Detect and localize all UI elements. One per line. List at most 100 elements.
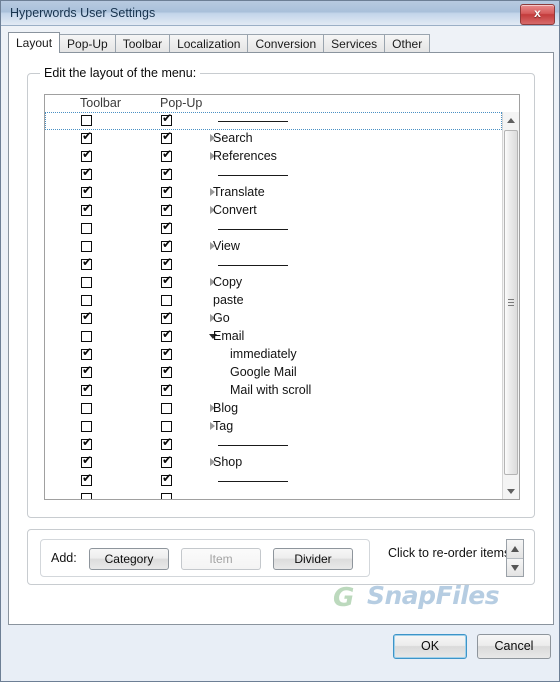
popup-checkbox[interactable] (161, 295, 172, 306)
table-row[interactable]: ✔ View (45, 238, 502, 256)
check-icon: ✔ (82, 309, 93, 323)
toolbar-checkbox[interactable] (81, 421, 92, 432)
table-row[interactable]: ✔ ✔ References (45, 148, 502, 166)
check-icon: ✔ (82, 345, 93, 359)
table-row[interactable]: ✔ ✔ Convert (45, 202, 502, 220)
row-label: References (213, 149, 277, 163)
table-row[interactable]: ✔ ✔ Shop (45, 454, 502, 472)
table-row[interactable]: Tag (45, 418, 502, 436)
add-divider-button[interactable]: Divider (273, 548, 353, 570)
table-row[interactable]: ✔ ✔ (45, 256, 502, 274)
popup-checkbox[interactable]: ✔ (161, 346, 172, 360)
popup-checkbox[interactable]: ✔ (161, 112, 172, 126)
row-label: paste (213, 293, 244, 307)
toolbar-checkbox[interactable]: ✔ (81, 309, 93, 324)
toolbar-checkbox[interactable] (81, 241, 92, 252)
toolbar-checkbox[interactable]: ✔ (81, 184, 92, 198)
table-row[interactable]: ✔ Email (45, 328, 502, 346)
popup-checkbox[interactable]: ✔ (161, 454, 172, 468)
table-row[interactable]: ✔ ✔ Search (45, 130, 502, 148)
toolbar-checkbox[interactable] (81, 277, 92, 288)
table-row[interactable]: ✔ Copy (45, 274, 502, 292)
list-rows: ✔ ✔ ✔ Search ✔ ✔ References ✔ ✔ ✔ ✔ Translate ✔ ✔ Conv… (45, 112, 502, 499)
toolbar-checkbox[interactable] (81, 115, 92, 126)
toolbar-checkbox[interactable] (81, 331, 92, 342)
tab-strip: Layout Pop-Up Toolbar Localization Conve… (8, 32, 431, 53)
scrollbar-thumb[interactable] (504, 130, 518, 475)
check-icon: ✔ (82, 129, 93, 143)
toolbar-checkbox[interactable] (81, 295, 92, 306)
toolbar-checkbox[interactable] (81, 223, 92, 234)
check-icon: ✔ (162, 183, 173, 197)
check-icon: ✔ (162, 273, 173, 287)
table-row[interactable]: ✔ (45, 220, 502, 238)
popup-checkbox[interactable]: ✔ (161, 202, 172, 216)
list-scrollbar[interactable] (502, 112, 519, 499)
check-icon: ✔ (82, 363, 93, 377)
popup-checkbox[interactable]: ✔ (161, 238, 172, 252)
tab-toolbar[interactable]: Toolbar (114, 34, 171, 53)
toolbar-checkbox[interactable]: ✔ (81, 436, 92, 450)
table-row[interactable]: Blog (45, 400, 502, 418)
table-row[interactable]: ✔ ✔ (45, 436, 502, 454)
tab-localization[interactable]: Localization (169, 34, 249, 53)
check-icon: ✔ (162, 147, 173, 161)
ok-button[interactable]: OK (393, 634, 467, 659)
tab-other[interactable]: Other (384, 34, 431, 53)
toolbar-checkbox[interactable]: ✔ (81, 454, 92, 468)
toolbar-checkbox[interactable] (81, 403, 92, 414)
divider-line (218, 175, 288, 176)
popup-checkbox[interactable]: ✔ (161, 381, 173, 396)
add-category-button[interactable]: Category (89, 548, 169, 570)
popup-checkbox[interactable] (161, 403, 172, 414)
popup-checkbox[interactable]: ✔ (161, 328, 172, 342)
menu-layout-list: Toolbar Pop-Up ✔ ✔ ✔ Search ✔ ✔ References ✔ ✔ ✔ ✔… (44, 94, 520, 500)
toolbar-checkbox[interactable]: ✔ (81, 148, 92, 162)
toolbar-checkbox[interactable]: ✔ (81, 472, 92, 486)
toolbar-checkbox[interactable]: ✔ (81, 345, 93, 360)
toolbar-checkbox[interactable]: ✔ (81, 256, 92, 270)
popup-checkbox[interactable]: ✔ (161, 273, 173, 288)
toolbar-checkbox[interactable]: ✔ (81, 363, 93, 378)
toolbar-checkbox[interactable]: ✔ (81, 129, 93, 144)
popup-checkbox[interactable] (161, 493, 172, 499)
table-row[interactable]: ✔ ✔ immediately (45, 346, 502, 364)
cancel-button[interactable]: Cancel (477, 634, 551, 659)
popup-checkbox[interactable]: ✔ (161, 310, 172, 324)
popup-checkbox[interactable]: ✔ (161, 130, 172, 144)
close-button[interactable]: x (520, 4, 555, 25)
tab-layout[interactable]: Layout (8, 32, 61, 53)
scroll-up-arrow-icon[interactable] (503, 112, 519, 128)
toolbar-checkbox[interactable] (81, 493, 92, 499)
settings-window: Hyperwords User Settings x Layout Pop-Up… (0, 0, 560, 682)
popup-checkbox[interactable]: ✔ (161, 183, 173, 198)
toolbar-checkbox[interactable]: ✔ (81, 202, 92, 216)
table-row[interactable]: paste (45, 292, 502, 310)
tab-services[interactable]: Services (323, 34, 386, 53)
table-row[interactable]: ✔ ✔ Go (45, 310, 502, 328)
popup-checkbox[interactable]: ✔ (161, 220, 172, 234)
toolbar-checkbox[interactable]: ✔ (81, 166, 92, 180)
popup-checkbox[interactable]: ✔ (161, 256, 172, 270)
table-row[interactable]: ✔ (45, 112, 502, 130)
table-row[interactable]: ✔ ✔ (45, 472, 502, 490)
popup-checkbox[interactable]: ✔ (161, 436, 172, 450)
tab-popup[interactable]: Pop-Up (59, 34, 116, 53)
row-label: Mail with scroll (230, 383, 312, 397)
table-row[interactable] (45, 490, 502, 499)
reorder-down-arrow-icon[interactable] (507, 558, 523, 576)
tab-conversion[interactable]: Conversion (247, 34, 325, 53)
table-row[interactable]: ✔ ✔ Translate (45, 184, 502, 202)
table-row[interactable]: ✔ ✔ Google Mail (45, 364, 502, 382)
popup-checkbox[interactable]: ✔ (161, 166, 172, 180)
popup-checkbox[interactable]: ✔ (161, 472, 172, 486)
reorder-up-arrow-icon[interactable] (507, 540, 523, 558)
popup-checkbox[interactable] (161, 421, 172, 432)
table-row[interactable]: ✔ ✔ Mail with scroll (45, 382, 502, 400)
toolbar-checkbox[interactable]: ✔ (81, 382, 92, 396)
popup-checkbox[interactable]: ✔ (161, 364, 172, 378)
table-row[interactable]: ✔ ✔ (45, 166, 502, 184)
scroll-down-arrow-icon[interactable] (503, 483, 519, 499)
check-icon: ✔ (162, 381, 173, 395)
popup-checkbox[interactable]: ✔ (161, 147, 173, 162)
